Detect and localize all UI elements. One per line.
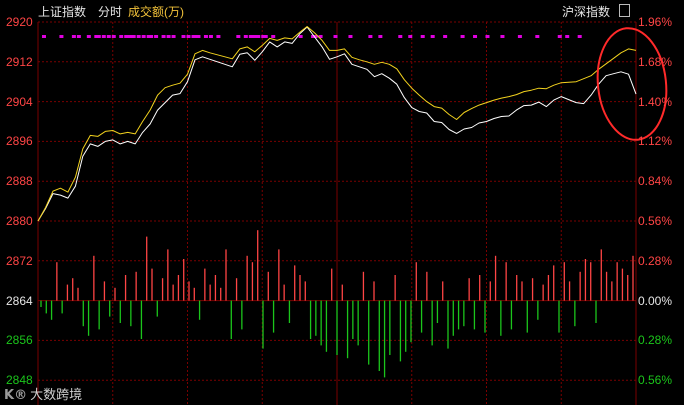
price-axis-tick: 2872: [6, 253, 33, 268]
highlight-tick: [577, 35, 582, 38]
percent-axis-tick: 1.12%: [638, 134, 673, 149]
percent-axis-tick: 0.28%: [638, 253, 673, 268]
highlight-tick: [101, 35, 106, 38]
highlight-tick: [191, 35, 196, 38]
highlight-tick: [166, 35, 171, 38]
highlight-tick: [193, 35, 198, 38]
highlight-tick: [256, 35, 261, 38]
highlight-tick: [141, 35, 146, 38]
compare-index-label[interactable]: 沪深指数: [562, 3, 610, 20]
highlight-tick: [348, 35, 353, 38]
highlight-tick: [535, 35, 540, 38]
highlight-tick: [129, 35, 134, 38]
highlight-tick: [565, 35, 570, 38]
highlight-tick: [313, 35, 318, 38]
highlight-tick: [106, 35, 111, 38]
highlight-tick: [131, 35, 136, 38]
highlight-tick: [236, 35, 241, 38]
highlight-tick: [71, 35, 76, 38]
percent-axis-tick: 1.96%: [638, 15, 673, 29]
highlight-tick: [94, 35, 99, 38]
highlight-tick: [420, 35, 425, 38]
highlight-tick: [171, 35, 176, 38]
highlight-tick: [318, 35, 323, 38]
highlight-tick: [208, 35, 213, 38]
percent-axis-tick: 1.40%: [638, 94, 673, 109]
highlight-tick: [124, 35, 129, 38]
average-price-line: [37, 26, 637, 222]
highlight-tick: [460, 35, 465, 38]
highlight-tick: [398, 35, 403, 38]
volume-layer: [40, 230, 634, 378]
price-axis-tick: 2896: [6, 134, 33, 149]
watermark-logo-icon: K®: [4, 388, 28, 403]
watermark: K® 大数跨境: [4, 384, 82, 403]
highlight-tick: [557, 35, 562, 38]
highlight-tick: [271, 35, 276, 38]
percent-axis-tick: 0.28%: [638, 333, 673, 348]
highlight-tick: [154, 35, 159, 38]
timeframe-label[interactable]: 分时: [98, 3, 122, 20]
highlight-tick: [430, 35, 435, 38]
highlight-tick: [119, 35, 124, 38]
highlight-tick: [251, 35, 256, 38]
highlight-tick-layer: [41, 35, 582, 38]
highlight-tick: [485, 35, 490, 38]
index-name-label[interactable]: 上证指数: [38, 3, 86, 20]
watermark-text: 大数跨境: [30, 388, 83, 403]
annotation-circle: [596, 27, 668, 141]
percent-axis-tick: 1.68%: [638, 54, 673, 69]
highlight-tick: [196, 35, 201, 38]
highlight-tick: [333, 35, 338, 38]
highlight-tick: [186, 35, 191, 38]
percent-axis-tick: 0.84%: [638, 174, 673, 189]
highlight-tick: [243, 35, 248, 38]
chart-svg: [37, 21, 668, 405]
volume-metric-label[interactable]: 成交额(万): [128, 3, 184, 20]
highlight-tick: [41, 35, 46, 38]
highlight-tick: [368, 35, 373, 38]
highlight-tick: [149, 35, 154, 38]
highlight-tick: [253, 35, 258, 38]
price-axis-tick: 2912: [6, 54, 33, 69]
price-line: [37, 26, 637, 222]
percent-axis-tick: 0.00%: [638, 293, 673, 308]
highlight-tick: [378, 35, 383, 38]
highlight-tick: [136, 35, 141, 38]
percent-axis-tick: 0.56%: [638, 373, 673, 388]
price-axis-tick: 2880: [6, 214, 33, 228]
highlight-tick: [161, 35, 166, 38]
highlight-tick: [408, 35, 413, 38]
grid-layer: [37, 21, 637, 405]
compare-toggle-checkbox[interactable]: [619, 4, 630, 17]
highlight-tick: [517, 35, 522, 38]
price-axis-tick: 2856: [6, 333, 33, 348]
highlight-tick: [59, 35, 64, 38]
highlight-tick: [126, 35, 131, 38]
highlight-tick: [76, 35, 81, 38]
price-axis-tick: 2904: [6, 94, 33, 109]
highlight-tick: [298, 35, 303, 38]
annotation-layer: [596, 27, 668, 141]
highlight-tick: [443, 35, 448, 38]
highlight-tick: [146, 35, 151, 38]
highlight-tick: [111, 35, 116, 38]
percent-axis-tick: 0.56%: [638, 214, 673, 228]
highlight-tick: [96, 35, 101, 38]
highlight-tick: [261, 35, 266, 38]
highlight-tick: [203, 35, 208, 38]
chart-stage: 上证指数 分时 成交额(万) 沪深指数 2920 2912 2904 2896 2888…: [0, 0, 684, 405]
highlight-tick: [500, 35, 505, 38]
line-layer: [37, 26, 637, 222]
highlight-tick: [86, 35, 91, 38]
highlight-tick: [311, 35, 316, 38]
highlight-tick: [181, 35, 186, 38]
highlight-tick: [248, 35, 253, 38]
price-axis-tick: 2864: [6, 293, 33, 308]
price-axis-tick: 2920: [6, 15, 33, 29]
highlight-tick: [473, 35, 478, 38]
highlight-tick: [263, 35, 268, 38]
highlight-tick: [216, 35, 221, 38]
price-axis-tick: 2888: [6, 174, 33, 189]
